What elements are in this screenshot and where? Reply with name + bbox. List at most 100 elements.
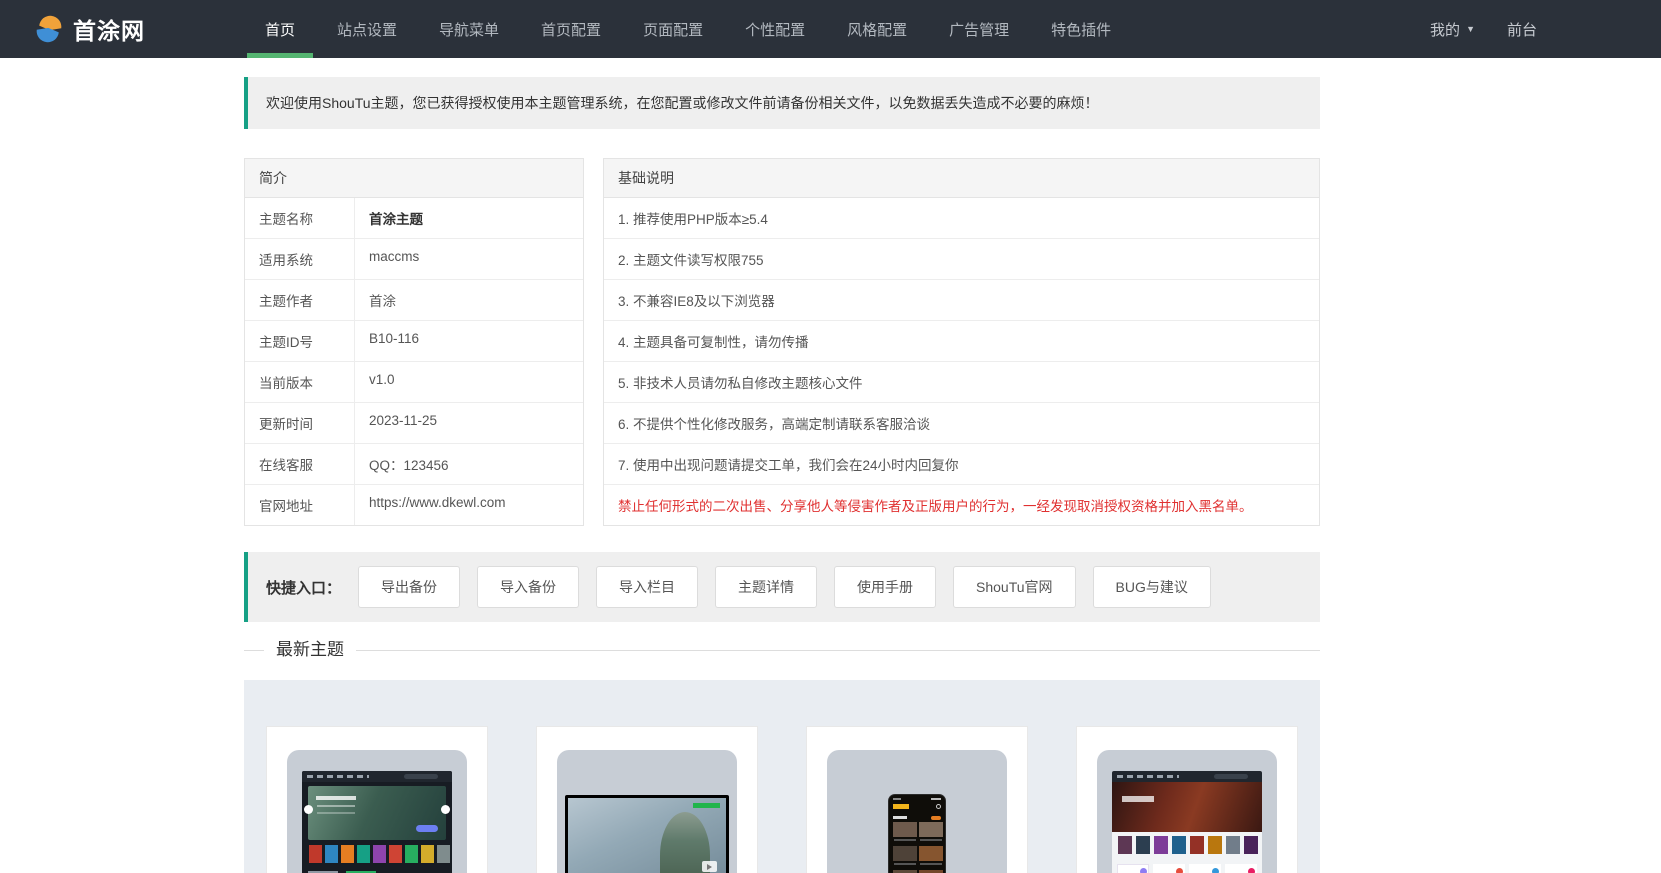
- table-row: 主题ID号 B10-116: [245, 321, 583, 362]
- intro-panel: 简介 主题名称 首涂主题 适用系统 maccms 主题作者 首涂 主题ID号 B…: [244, 158, 584, 526]
- preview-menu-dashes: [1117, 775, 1179, 778]
- nav-item-home[interactable]: 首页: [244, 0, 316, 58]
- theme-card-video-player[interactable]: [537, 727, 757, 873]
- video-watermark: [693, 803, 720, 808]
- instructions-panel: 基础说明 1. 推荐使用PHP版本≥5.4 2. 主题文件读写权限755 3. …: [603, 158, 1320, 526]
- latest-themes-heading: 最新主题: [244, 638, 1320, 662]
- preview-screenshot: [827, 750, 1007, 873]
- main-content: 欢迎使用ShouTu主题，您已获得授权使用本主题管理系统，在您配置或修改文件前请…: [244, 77, 1320, 873]
- divider-line: [244, 649, 264, 651]
- latest-themes-grid: [244, 680, 1320, 873]
- theme-details-button[interactable]: 主题详情: [715, 566, 818, 608]
- preview-search-pill: [1214, 774, 1248, 779]
- poster-thumbs: [309, 845, 322, 863]
- video-scene: [568, 798, 726, 873]
- latest-themes-title: 最新主题: [276, 640, 344, 659]
- row-value: QQ：123456: [369, 458, 449, 473]
- nav-item-site-settings[interactable]: 站点设置: [316, 0, 418, 58]
- table-row: 当前版本 v1.0: [245, 362, 583, 403]
- list-item: 4. 主题具备可复制性，请勿传播: [604, 321, 1319, 362]
- theme-card-dark-desktop[interactable]: [267, 727, 487, 873]
- row-value-website: https://www.dkewl.com: [369, 495, 506, 510]
- preview-phone: [888, 794, 946, 873]
- row-value: B10-116: [369, 331, 420, 346]
- theme-preview-image: [287, 750, 467, 873]
- phone-section-header: [893, 816, 941, 820]
- table-row: 官网地址 https://www.dkewl.com: [245, 485, 583, 525]
- row-label: 适用系统: [245, 239, 355, 279]
- page: 首涂网 首页 站点设置 导航菜单 首页配置 页面配置 个性配置 风格配置 广告管…: [0, 0, 1661, 873]
- front-site-link[interactable]: 前台: [1491, 0, 1553, 58]
- row-value: 首涂: [369, 294, 396, 309]
- row-label: 当前版本: [245, 362, 355, 402]
- top-navbar: 首涂网 首页 站点设置 导航菜单 首页配置 页面配置 个性配置 风格配置 广告管…: [0, 0, 1661, 58]
- list-item: 3. 不兼容IE8及以下浏览器: [604, 280, 1319, 321]
- row-value: 首涂主题: [369, 212, 423, 227]
- poster-captions: [894, 839, 916, 841]
- preview-info-cards: [1117, 864, 1257, 873]
- search-icon: [936, 804, 941, 809]
- more-tag: [931, 816, 941, 820]
- nav-item-page-config[interactable]: 页面配置: [622, 0, 724, 58]
- my-dropdown[interactable]: 我的 ▼: [1414, 0, 1491, 58]
- export-backup-button[interactable]: 导出备份: [358, 566, 461, 608]
- poster-thumbs: [1118, 836, 1132, 854]
- table-row: 更新时间 2023-11-25: [245, 403, 583, 444]
- preview-screenshot: [302, 771, 452, 873]
- shoutu-official-site-button[interactable]: ShouTu官网: [953, 566, 1076, 608]
- list-item: 6. 不提供个性化修改服务，高端定制请联系客服洽谈: [604, 403, 1319, 444]
- license-warning-text: 禁止任何形式的二次出售、分享他人等侵害作者及正版用户的行为，一经发现取消授权资格…: [618, 499, 1253, 514]
- row-value: maccms: [369, 249, 420, 264]
- divider-line: [356, 649, 1320, 651]
- list-item: 7. 使用中出现问题请提交工单，我们会在24小时内回复你: [604, 444, 1319, 485]
- table-row: 在线客服 QQ：123456: [245, 444, 583, 485]
- row-label: 主题作者: [245, 280, 355, 320]
- preview-navbar: [302, 771, 452, 782]
- preview-screenshot: [557, 750, 737, 873]
- nav-item-ad-management[interactable]: 广告管理: [928, 0, 1030, 58]
- user-manual-button[interactable]: 使用手册: [834, 566, 937, 608]
- carousel-dot: [304, 805, 313, 814]
- preview-hero-banner: [308, 786, 446, 840]
- section-label: [893, 816, 907, 819]
- theme-preview-image: [1097, 750, 1277, 873]
- theme-card-light-desktop[interactable]: [1077, 727, 1297, 873]
- nav-item-personal-config[interactable]: 个性配置: [724, 0, 826, 58]
- row-label: 在线客服: [245, 444, 355, 484]
- logo-icon: [34, 14, 64, 44]
- chevron-down-icon: ▼: [1466, 24, 1475, 34]
- import-columns-button[interactable]: 导入栏目: [596, 566, 699, 608]
- play-overlay-icon: [702, 861, 717, 872]
- row-label: 主题名称: [245, 198, 355, 238]
- theme-preview-image: [827, 750, 1007, 873]
- preview-navbar: [1112, 771, 1262, 782]
- logo[interactable]: 首涂网: [34, 0, 145, 58]
- nav-item-home-config[interactable]: 首页配置: [520, 0, 622, 58]
- phone-thumb-grid: [893, 822, 941, 873]
- info-panels: 简介 主题名称 首涂主题 适用系统 maccms 主题作者 首涂 主题ID号 B…: [244, 158, 1320, 526]
- row-value: 2023-11-25: [369, 413, 438, 428]
- list-item: 1. 推荐使用PHP版本≥5.4: [604, 198, 1319, 239]
- import-backup-button[interactable]: 导入备份: [477, 566, 580, 608]
- nav-item-style-config[interactable]: 风格配置: [826, 0, 928, 58]
- theme-card-mobile-dark[interactable]: [807, 727, 1027, 873]
- bug-suggestion-button[interactable]: BUG与建议: [1092, 566, 1211, 608]
- preview-hero-banner: [1112, 782, 1262, 832]
- list-item: 2. 主题文件读写权限755: [604, 239, 1319, 280]
- theme-preview-image: [557, 750, 737, 873]
- nav-item-nav-menu[interactable]: 导航菜单: [418, 0, 520, 58]
- phone-logo: [893, 804, 909, 809]
- poster-thumbs: [893, 822, 917, 837]
- welcome-notice: 欢迎使用ShouTu主题，您已获得授权使用本主题管理系统，在您配置或修改文件前请…: [244, 77, 1320, 129]
- nav-item-featured-plugins[interactable]: 特色插件: [1030, 0, 1132, 58]
- row-label: 主题ID号: [245, 321, 355, 361]
- my-dropdown-label: 我的: [1430, 21, 1461, 39]
- row-label: 更新时间: [245, 403, 355, 443]
- info-card-icons: [1140, 868, 1147, 873]
- preview-poster-strip: [308, 845, 446, 865]
- preview-screenshot: [1112, 771, 1262, 873]
- quick-entry-label: 快捷入口：: [266, 579, 342, 597]
- preview-video-player: [565, 795, 729, 873]
- welcome-notice-text: 欢迎使用ShouTu主题，您已获得授权使用本主题管理系统，在您配置或修改文件前请…: [266, 95, 1099, 111]
- preview-poster-strip: [1117, 836, 1257, 856]
